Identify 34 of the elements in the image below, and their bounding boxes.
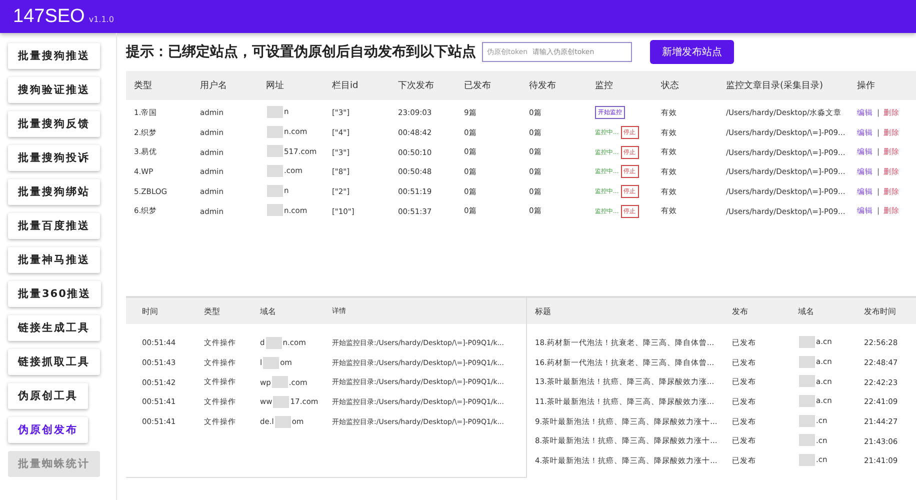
column-header: 域名 [797,306,815,316]
column-header: 监控文章目录(采集目录) [725,80,824,92]
sidebar-button[interactable]: 批量搜狗投诉 [8,145,100,171]
sidebar-button[interactable]: 链接抓取工具 [8,349,100,375]
hint-text: 提示：已绑定站点，可设置伪原创后自动发布到以下站点 [126,43,476,61]
column-header: 发布 [731,306,749,316]
column-header: 用户名 [199,80,228,92]
sidebar-button[interactable]: 伪原创发布 [8,417,88,443]
sidebar-button[interactable]: 批量搜狗推送 [8,43,100,69]
sidebar-button[interactable]: 搜狗验证推送 [8,77,100,103]
sidebar-button[interactable]: 批量神马推送 [8,247,100,273]
sidebar-button[interactable]: 伪原创工具 [8,383,88,409]
column-header: 类型 [203,306,221,316]
sidebar-button[interactable]: 批量搜狗反馈 [8,111,100,137]
sidebar-button[interactable]: 批量百度推送 [8,213,100,239]
sidebar-button[interactable]: 批量360推送 [8,281,101,307]
column-header: 标题 [534,306,552,316]
column-header: 网址 [265,80,285,92]
column-header: 类型 [133,80,153,92]
column-header: 域名 [259,306,277,316]
column-header: 下次发布 [397,80,435,92]
version-label: v1.1.0 [88,14,114,24]
add-site-button[interactable]: 新增发布站点 [650,40,734,64]
sidebar-button[interactable]: 批量搜狗绑站 [8,179,100,205]
column-header: 待发布 [528,80,557,92]
column-header: 已发布 [463,80,492,92]
column-header: 状态 [660,80,680,92]
column-header: 时间 [141,306,159,316]
column-header: 栏目id [331,80,360,92]
column-header: 操作 [856,80,876,92]
column-header: 监控 [594,80,614,92]
app-title: 147SEO [13,6,85,28]
sidebar-button[interactable]: 链接生成工具 [8,315,100,341]
column-header: 发布时间 [863,306,897,316]
